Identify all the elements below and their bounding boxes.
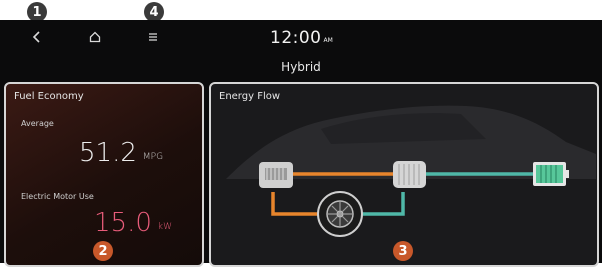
energy-flow-panel[interactable]: Energy Flow <box>209 82 599 267</box>
clock: 12:00 AM <box>270 28 333 48</box>
menu-icon <box>149 33 157 41</box>
flow-line-motor-wheel <box>361 192 405 216</box>
back-chevron-icon <box>32 31 40 43</box>
average-unit: MPG <box>142 152 164 162</box>
motor-value: 15.0 <box>94 208 152 238</box>
drive-mode-title: Hybrid <box>281 60 321 74</box>
motor-value-group: 15.0 kW <box>94 208 172 238</box>
clock-time: 12:00 <box>270 28 322 48</box>
engine-icon <box>259 162 293 188</box>
average-value: 51.2 <box>79 138 137 168</box>
callout-badge-2: 2 <box>93 241 113 261</box>
motor-icon <box>393 161 426 188</box>
home-button[interactable] <box>82 24 108 50</box>
average-value-group: 51.2 MPG <box>79 138 163 168</box>
callout-badge-1: 1 <box>27 2 47 22</box>
battery-icon <box>533 162 569 186</box>
clock-ampm: AM <box>323 37 333 44</box>
home-icon <box>89 31 101 43</box>
energy-flow-diagram <box>226 105 596 237</box>
top-bar: 12:00 AM Hybrid <box>0 20 602 76</box>
wheel-icon <box>317 191 363 237</box>
average-label: Average <box>21 119 54 128</box>
back-button[interactable] <box>24 24 50 50</box>
fuel-economy-panel[interactable]: Fuel Economy Average 51.2 MPG Electric Mo… <box>4 82 204 267</box>
flow-line-engine-wheel <box>271 192 319 216</box>
head-unit-screen: 12:00 AM Hybrid Fuel Economy Average 51.2… <box>0 20 602 267</box>
energy-flow-title: Energy Flow <box>219 91 281 102</box>
motor-unit: kW <box>157 222 173 232</box>
fuel-economy-title: Fuel Economy <box>14 91 84 102</box>
menu-button[interactable] <box>140 24 166 50</box>
callout-badge-3: 3 <box>393 241 413 261</box>
callout-badge-4: 4 <box>144 2 164 22</box>
motor-use-label: Electric Motor Use <box>21 192 94 201</box>
